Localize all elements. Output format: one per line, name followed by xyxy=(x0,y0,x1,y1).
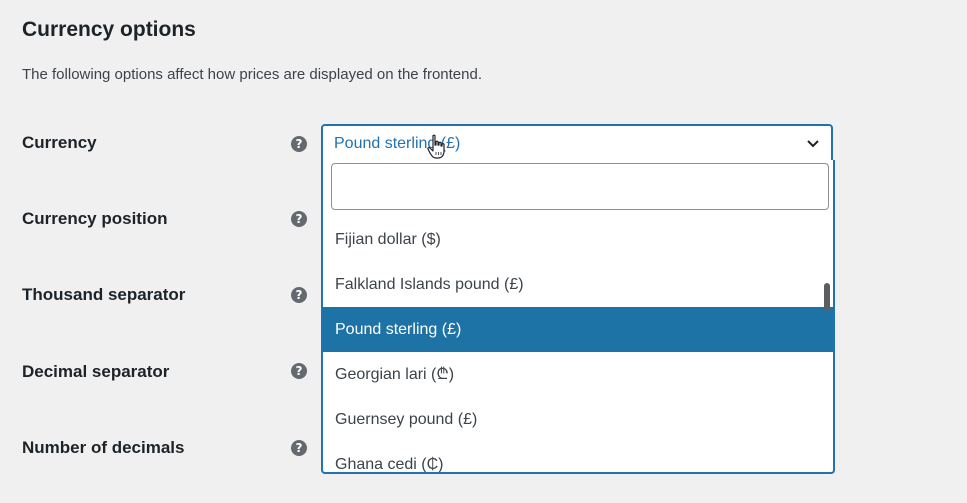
number-of-decimals-label: Number of decimals xyxy=(22,438,185,457)
currency-dropdown: Fijian dollar ($) Falkland Islands pound… xyxy=(321,160,835,474)
currency-option-selected[interactable]: Pound sterling (£) xyxy=(323,307,833,352)
chevron-down-icon[interactable] xyxy=(805,135,821,151)
currency-select[interactable]: Pound sterling (£) xyxy=(321,124,833,162)
currency-option[interactable]: Guernsey pound (£) xyxy=(323,397,833,442)
help-icon[interactable]: ? xyxy=(291,211,307,227)
currency-label: Currency xyxy=(22,133,97,152)
help-icon[interactable]: ? xyxy=(291,363,307,379)
help-icon[interactable]: ? xyxy=(291,287,307,303)
currency-position-label: Currency position xyxy=(22,209,168,228)
currency-options-list: Fijian dollar ($) Falkland Islands pound… xyxy=(323,217,833,472)
section-description: The following options affect how prices … xyxy=(22,66,483,83)
currency-option[interactable]: Fijian dollar ($) xyxy=(323,217,833,262)
hand-pointer-icon xyxy=(427,134,445,159)
currency-option[interactable]: Ghana cedi (₵) xyxy=(323,442,833,472)
section-title: Currency options xyxy=(22,18,196,41)
help-icon[interactable]: ? xyxy=(291,440,307,456)
currency-option[interactable]: Georgian lari (₾) xyxy=(323,352,833,397)
thousand-separator-label: Thousand separator xyxy=(22,285,186,304)
dropdown-scrollbar[interactable] xyxy=(824,283,830,311)
currency-option[interactable]: Falkland Islands pound (£) xyxy=(323,262,833,307)
decimal-separator-label: Decimal separator xyxy=(22,362,170,381)
currency-search-input[interactable] xyxy=(331,163,829,210)
help-icon[interactable]: ? xyxy=(291,136,307,152)
